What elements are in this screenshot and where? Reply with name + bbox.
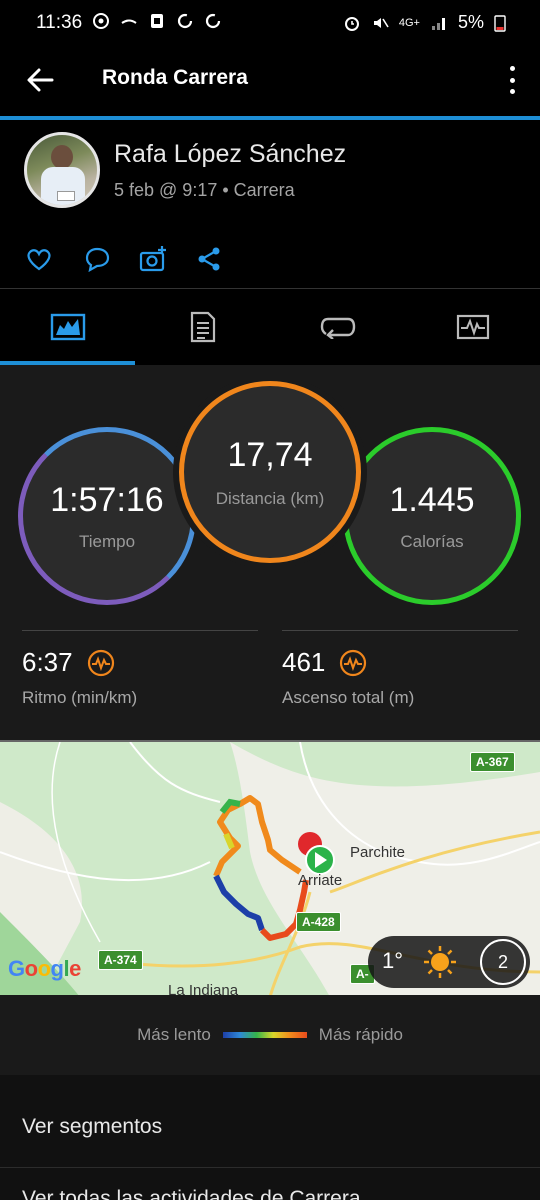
tab-summary[interactable] xyxy=(0,289,135,365)
tab-bar xyxy=(0,289,540,365)
legend-slow: Más lento xyxy=(137,1025,211,1044)
alarm-icon xyxy=(344,16,359,31)
signal-icon xyxy=(431,17,445,30)
pace-label: Ritmo (min/km) xyxy=(22,688,138,707)
status-bar: 11:36 4G+ 5% xyxy=(0,0,540,48)
ascent-metric: 461 Ascenso total (m) xyxy=(282,647,414,708)
back-arrow-icon[interactable] xyxy=(22,62,58,98)
tab-charts[interactable] xyxy=(405,289,540,365)
distance-value: 17,74 xyxy=(227,435,313,474)
divider xyxy=(282,630,518,631)
road-label: A-428 xyxy=(296,912,341,932)
comment-icon[interactable] xyxy=(82,244,112,274)
time-value: 1:57:16 xyxy=(50,480,164,519)
sun-icon xyxy=(424,946,456,978)
view-segments-link[interactable]: Ver segmentos xyxy=(22,1115,162,1139)
more-options-icon[interactable] xyxy=(502,64,522,96)
pace-legend: Más lento Más rápido xyxy=(0,995,540,1075)
weather-temp: 1° xyxy=(382,948,404,973)
avatar[interactable] xyxy=(24,132,100,208)
app-notification-icon xyxy=(151,14,163,28)
pace-value: 6:37 xyxy=(22,647,73,677)
route-map[interactable]: A-367 A-428 A-374 A- Parchite Arriate La… xyxy=(0,740,540,995)
action-list: Ver segmentos Ver todas las actividades … xyxy=(0,1075,540,1200)
ascent-label: Ascenso total (m) xyxy=(282,688,415,707)
dash-icon xyxy=(121,19,137,24)
sync-badge-icon xyxy=(93,13,109,29)
wind-speed-icon: 2 xyxy=(480,939,526,985)
battery-icon xyxy=(494,14,506,32)
weather-badge[interactable]: 1° 2 xyxy=(368,936,530,988)
pulse-badge-icon[interactable] xyxy=(339,649,367,677)
activity-graph-icon xyxy=(456,314,489,340)
divider xyxy=(0,1167,540,1168)
page-title: Ronda Carrera xyxy=(102,66,248,89)
social-actions xyxy=(0,230,540,288)
app-bar: Ronda Carrera xyxy=(0,48,540,116)
share-icon[interactable] xyxy=(194,244,224,274)
tab-laps[interactable] xyxy=(270,289,405,365)
activity-header: Rafa López Sánchez 5 feb @ 9:17 • Carrer… xyxy=(0,120,540,230)
network-type: 4G+ xyxy=(398,16,420,29)
distance-label: Distancia (km) xyxy=(215,488,325,508)
ascent-value: 461 xyxy=(282,647,326,677)
distance-ring: 17,74 Distancia (km) xyxy=(179,381,361,563)
road-label: A-374 xyxy=(98,950,143,970)
pace-gradient xyxy=(222,1032,307,1038)
place-label: La Indiana xyxy=(168,982,239,995)
summary-chart-icon xyxy=(50,313,85,341)
tab-details[interactable] xyxy=(135,289,270,365)
view-all-activities-link[interactable]: Ver todas las actividades de Carrera xyxy=(22,1187,361,1200)
place-label: Arriate xyxy=(298,872,343,889)
heart-icon[interactable] xyxy=(24,244,54,274)
divider xyxy=(22,630,258,631)
place-label: Parchite xyxy=(350,844,406,861)
calories-ring: 1.445 Calorías xyxy=(343,427,521,605)
wind-speed: 2 xyxy=(497,951,508,972)
calories-label: Calorías xyxy=(400,531,464,551)
refresh-icon xyxy=(177,13,193,29)
pace-metric: 6:37 Ritmo (min/km) xyxy=(22,647,137,708)
refresh-alt-icon xyxy=(205,13,221,29)
document-icon xyxy=(190,311,215,343)
stats-panel: 1:57:16 Tiempo 1.445 Calorías 17,74 Dist… xyxy=(0,365,540,740)
add-photo-icon[interactable] xyxy=(138,244,168,274)
legend-fast: Más rápido xyxy=(318,1025,403,1044)
google-logo: Google xyxy=(8,956,81,981)
laps-icon xyxy=(320,317,355,339)
time-ring: 1:57:16 Tiempo xyxy=(18,427,196,605)
athlete-name: Rafa López Sánchez xyxy=(114,140,347,168)
status-time: 11:36 xyxy=(36,12,83,33)
pulse-badge-icon[interactable] xyxy=(87,649,115,677)
mute-icon xyxy=(373,17,389,28)
road-label: A-367 xyxy=(470,752,515,772)
time-label: Tiempo xyxy=(78,531,136,551)
battery-percent: 5% xyxy=(457,12,484,32)
activity-meta: 5 feb @ 9:17 • Carrera xyxy=(114,180,295,200)
calories-value: 1.445 xyxy=(389,480,475,519)
